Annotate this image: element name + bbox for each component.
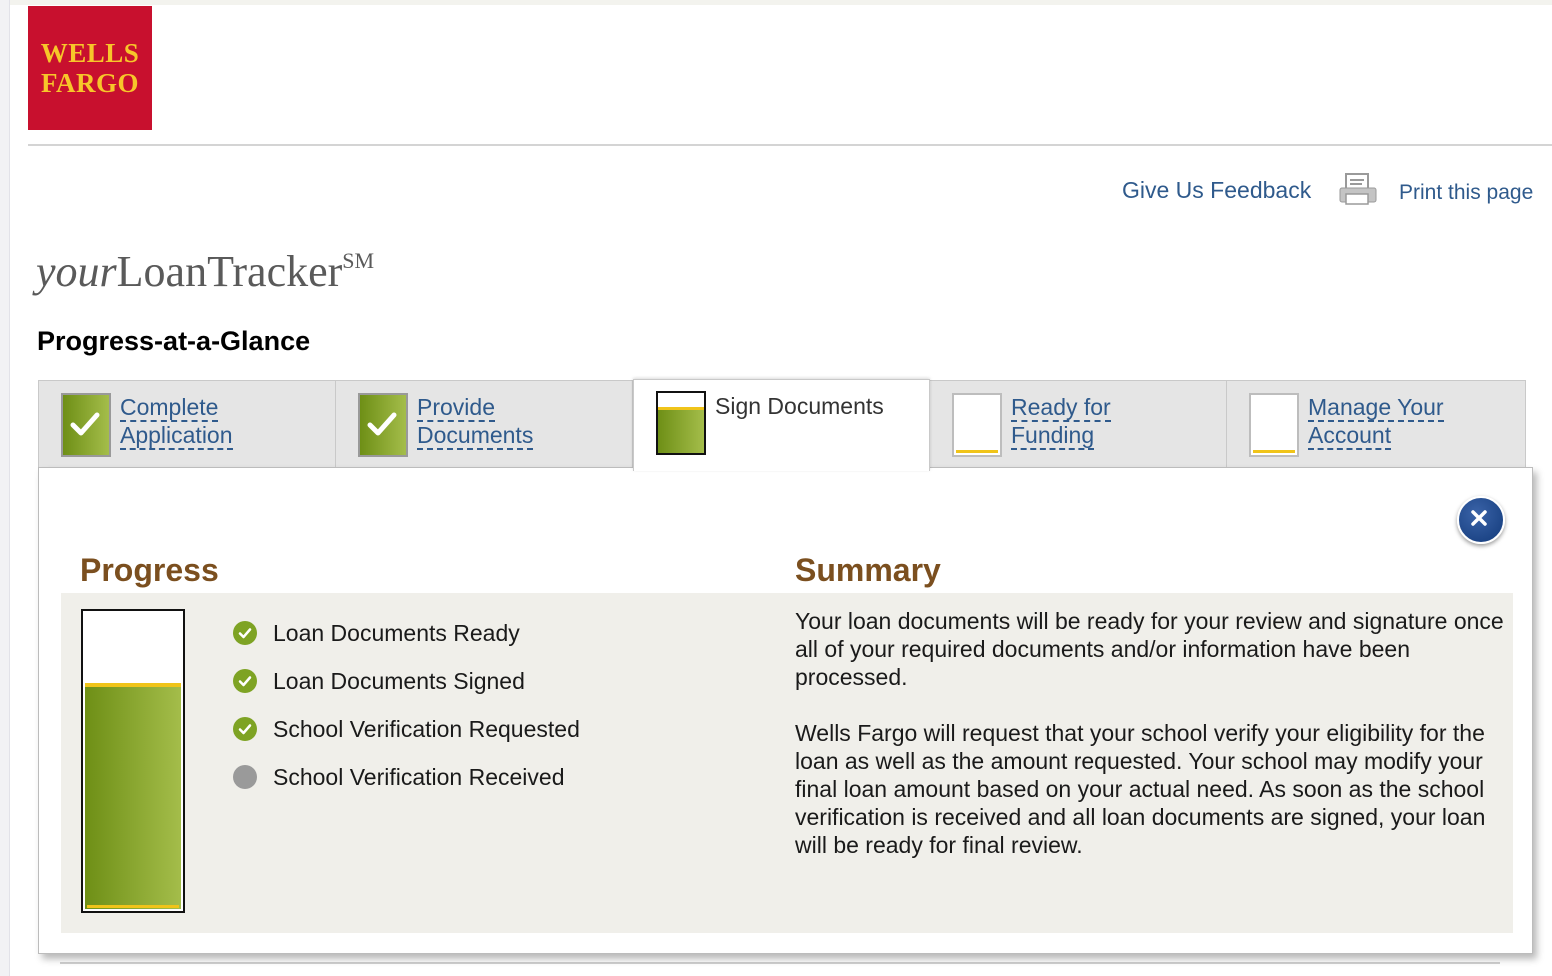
step-label: School Verification Received [273, 763, 565, 790]
top-band [10, 0, 1552, 5]
tab-label: Complete Application [120, 394, 233, 450]
summary-text: Your loan documents will be ready for yo… [795, 607, 1507, 887]
left-window-edge [0, 0, 10, 976]
summary-paragraph: Wells Fargo will request that your schoo… [795, 720, 1486, 858]
tab-provide-documents[interactable]: Provide Documents [336, 381, 633, 468]
progress-meter-fill [85, 683, 181, 909]
give-feedback-link[interactable]: Give Us Feedback [1122, 177, 1311, 204]
list-item: Loan Documents Ready [233, 609, 580, 657]
service-mark: SM [342, 248, 375, 273]
close-button[interactable] [1457, 496, 1505, 544]
summary-paragraph: Your loan documents will be ready for yo… [795, 608, 1504, 690]
step-status-box [61, 393, 111, 457]
summary-heading: Summary [795, 552, 941, 588]
step-progress-fill [658, 406, 704, 453]
list-item: School Verification Received [233, 753, 580, 801]
check-circle-icon [233, 669, 257, 693]
tab-complete-application[interactable]: Complete Application [39, 381, 336, 468]
pending-circle-icon [233, 765, 257, 789]
checkmark-icon [367, 412, 397, 436]
title-main: LoanTracker [116, 247, 343, 296]
logo-line1: WELLS [40, 38, 140, 68]
progress-meter-baseline [87, 905, 179, 908]
panel-underline [60, 962, 1500, 964]
progress-meter [81, 609, 185, 913]
progress-step-list: Loan Documents Ready Loan Documents Sign… [233, 609, 580, 801]
header-divider [28, 144, 1552, 146]
step-status-box [1249, 393, 1299, 457]
print-page-link[interactable]: Print this page [1399, 181, 1533, 205]
page-title: yourLoanTrackerSM [36, 246, 374, 297]
printer-icon[interactable] [1338, 172, 1378, 206]
title-italic: your [36, 247, 117, 296]
progress-at-a-glance-heading: Progress-at-a-Glance [37, 326, 311, 356]
tab-ready-for-funding[interactable]: Ready for Funding [930, 381, 1227, 468]
panel-content: Loan Documents Ready Loan Documents Sign… [61, 593, 1513, 933]
step-status-box [656, 391, 706, 455]
close-icon [1471, 510, 1487, 526]
step-detail-panel: Progress Summary Loan Documents Ready Lo… [38, 467, 1533, 954]
check-circle-icon [233, 621, 257, 645]
tab-label: Sign Documents [715, 393, 884, 419]
checkmark-icon [70, 412, 100, 436]
step-baseline [1253, 450, 1295, 453]
step-label: Loan Documents Ready [273, 619, 520, 646]
progress-tabs: Complete Application Provide Documents Sig… [38, 379, 1526, 471]
tab-sign-documents[interactable]: Sign Documents [633, 379, 930, 471]
tab-label: Manage Your Account [1308, 394, 1444, 450]
progress-heading: Progress [80, 552, 219, 588]
step-status-box [952, 393, 1002, 457]
tab-label: Provide Documents [417, 394, 534, 450]
step-label: School Verification Requested [273, 715, 580, 742]
list-item: Loan Documents Signed [233, 657, 580, 705]
step-status-box [358, 393, 408, 457]
list-item: School Verification Requested [233, 705, 580, 753]
step-baseline [956, 450, 998, 453]
check-circle-icon [233, 717, 257, 741]
step-label: Loan Documents Signed [273, 667, 525, 694]
logo-line2: FARGO [41, 68, 139, 98]
tab-manage-your-account[interactable]: Manage Your Account [1227, 381, 1524, 468]
wells-fargo-logo[interactable]: WELLS FARGO [28, 6, 152, 130]
tab-label: Ready for Funding [1011, 394, 1111, 450]
